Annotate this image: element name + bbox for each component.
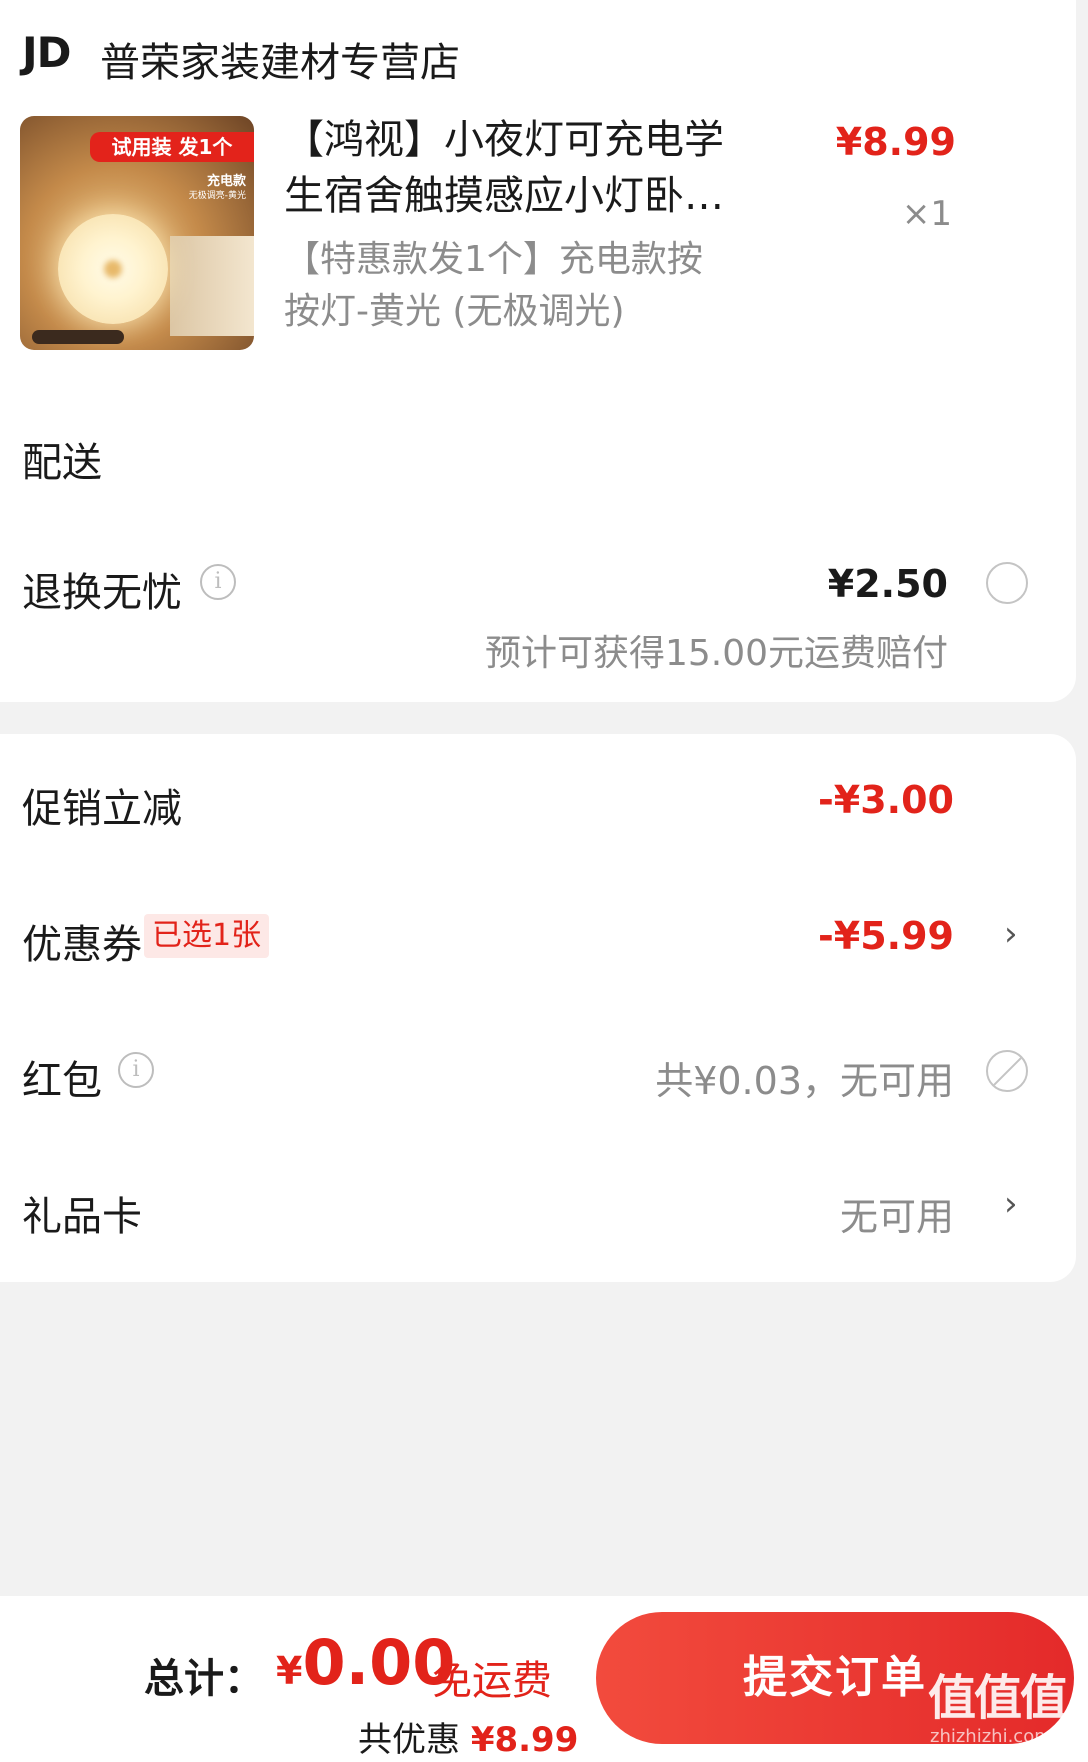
coupon-row[interactable]: 优惠券 已选1张 -¥5.99 › [0,884,1076,1004]
night-light-illustration [58,214,168,324]
chevron-right-icon: › [1004,914,1018,954]
gift-card-label: 礼品卡 [22,1194,142,1240]
product-title[interactable]: 【鸿视】小夜灯可充电学 生宿舍触摸感应小灯卧… [284,112,744,224]
total-saving: 共优惠 ¥8.99 [358,1712,578,1761]
product-spec-line: 【特惠款发1个】充电款按 [284,239,703,280]
product-image[interactable]: 试用装 发1个 充电款 无极调亮-黄光 [20,116,254,350]
product-price: ¥8.99 [835,120,956,164]
product-image-bottom-tag [32,330,124,344]
product-image-badge: 试用装 发1个 [90,132,254,162]
gift-card-row[interactable]: 礼品卡 无可用 › [0,1144,1076,1264]
promo-label: 促销立减 [22,786,182,832]
jd-logo: JD [22,28,71,77]
red-packet-value: 共¥0.03，无可用 [655,1059,954,1103]
red-packet-label: 红包 [22,1058,102,1104]
product-spec-line: 按灯-黄光 (无极调光) [284,291,625,332]
promo-value: -¥3.00 [818,778,954,822]
watermark-logo: 值值值 [928,1670,1068,1726]
discounts-card: 促销立减 -¥3.00 优惠券 已选1张 -¥5.99 › 红包 i 共¥0.0… [0,734,1076,1282]
coupon-value: -¥5.99 [818,914,954,958]
product-quantity: ×1 [901,194,952,234]
delivery-label[interactable]: 配送 [22,430,102,488]
product-title-line: 生宿舍触摸感应小灯卧… [284,173,724,219]
return-insurance-radio[interactable] [986,562,1028,604]
coupon-label: 优惠券 [22,922,142,968]
submit-order-label: 提交订单 [743,1652,927,1703]
free-shipping-label: 免运费 [432,1658,552,1704]
currency-symbol: ¥ [276,1649,303,1693]
return-insurance-note: 预计可获得15.00元运费赔付 [484,633,948,674]
return-insurance-price: ¥2.50 [827,562,948,606]
product-image-subtitle-small: 无极调亮-黄光 [188,191,246,201]
checkout-bar: 总计： ¥0.00 免运费 共优惠 ¥8.99 提交订单 值值值 zhizhiz… [0,1596,1088,1762]
product-image-backdrop [170,236,254,336]
watermark-url: zhizhizhi.com [930,1726,1052,1747]
info-icon[interactable]: i [200,564,236,600]
coupon-selected-tag: 已选1张 [144,914,270,958]
product-spec: 【特惠款发1个】充电款按 按灯-黄光 (无极调光) [284,234,744,338]
disabled-icon [986,1050,1028,1092]
info-icon[interactable]: i [118,1052,154,1088]
chevron-right-icon: › [1004,1184,1018,1224]
saving-label: 共优惠 [358,1720,460,1760]
shop-name[interactable]: 普荣家装建材专营店 [100,30,460,88]
order-item-card: JD 普荣家装建材专营店 试用装 发1个 充电款 无极调亮-黄光 【鸿视】小夜灯… [0,0,1076,702]
total-label: 总计： [144,1656,264,1702]
gift-card-value: 无可用 [839,1195,954,1239]
total-amount: ¥0.00 [276,1626,455,1699]
product-title-line: 【鸿视】小夜灯可充电学 [284,117,724,163]
saving-amount: ¥8.99 [470,1720,579,1760]
return-insurance-label: 退换无忧 [22,570,182,616]
product-image-subtitle: 充电款 [206,174,246,189]
